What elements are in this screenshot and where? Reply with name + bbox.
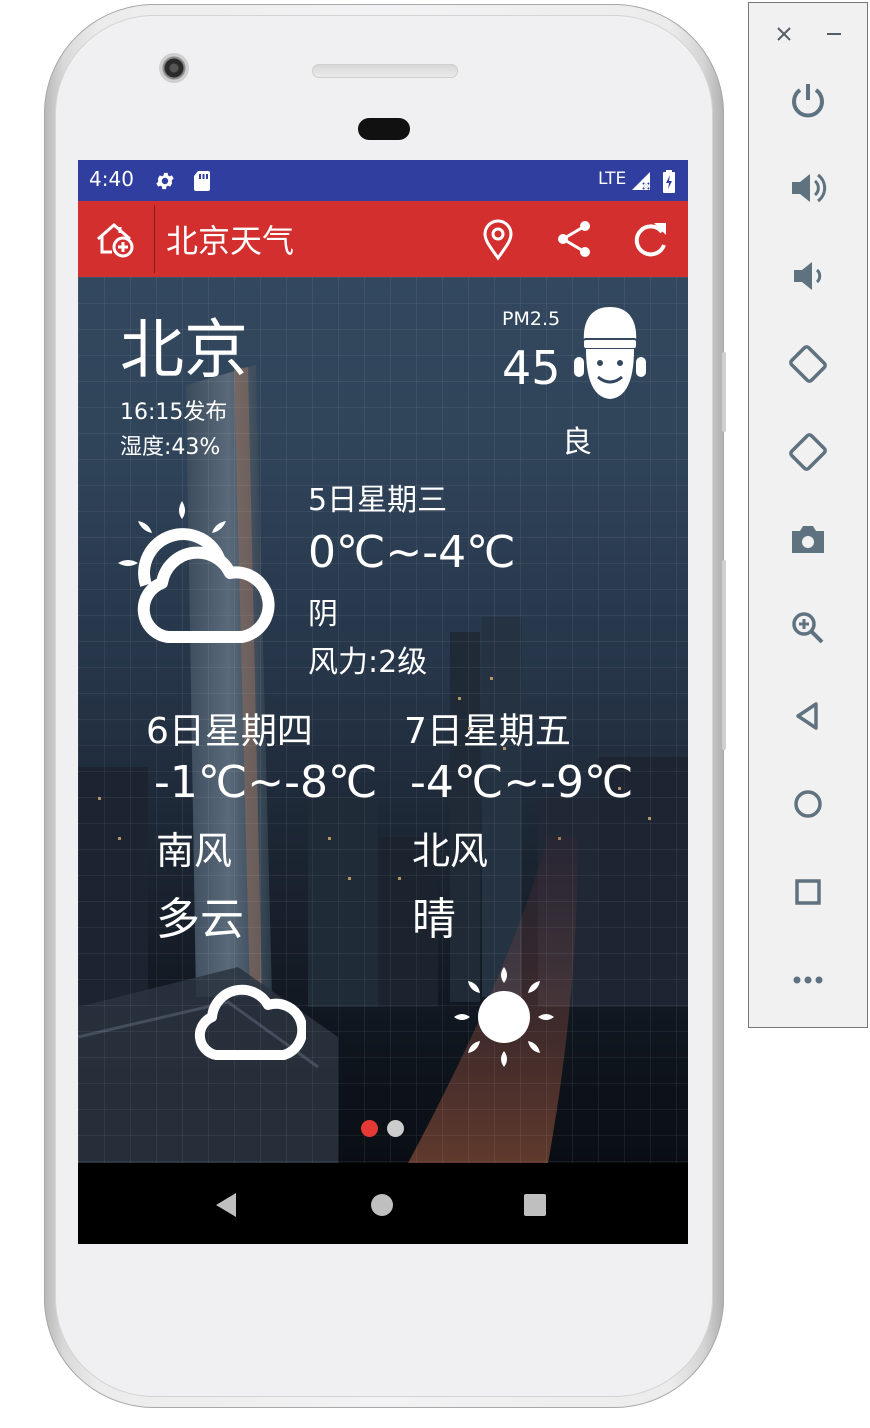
- status-time: 4:40: [89, 167, 134, 191]
- sun-icon: [454, 967, 554, 1067]
- more-icon[interactable]: [784, 956, 832, 1004]
- network-type: LTE: [598, 169, 627, 189]
- sd-card-icon: [194, 171, 210, 191]
- forecast-day2-wind: 北风: [412, 829, 489, 873]
- forecast-day2-condition: 晴: [412, 894, 456, 945]
- today-wind: 风力:2级: [308, 645, 428, 680]
- smiling-face-icon: [574, 307, 646, 399]
- forecast-day2-temperature: -4℃~-9℃: [410, 757, 634, 808]
- refresh-icon[interactable]: [626, 215, 674, 263]
- city-name: 北京: [120, 314, 248, 388]
- pm-label: PM2.5: [502, 308, 561, 330]
- gear-icon: [156, 172, 174, 190]
- overview-icon[interactable]: [522, 1192, 548, 1218]
- minimize-icon[interactable]: [824, 24, 844, 44]
- partly-cloudy-icon: [118, 501, 275, 643]
- toolbar-divider: [154, 205, 155, 273]
- volume-up-icon[interactable]: [784, 164, 832, 212]
- location-pin-icon[interactable]: [474, 215, 522, 263]
- pager-dot-active[interactable]: [361, 1120, 378, 1137]
- weather-content[interactable]: 北京 16:15发布 湿度:43% PM2.5 45 良 5日星期三 0℃~-4…: [78, 277, 688, 1163]
- forecast-day1-date: 6日星期四: [146, 711, 313, 752]
- pager-dot[interactable]: [387, 1120, 404, 1137]
- forecast-day1-condition: 多云: [156, 894, 244, 945]
- home-icon[interactable]: [784, 780, 832, 828]
- page-title: 北京天气: [166, 222, 295, 260]
- pm-value: 45: [502, 341, 561, 395]
- back-icon[interactable]: [784, 692, 832, 740]
- emulator-control-panel: [748, 2, 868, 1028]
- battery-charging-icon: [663, 170, 675, 193]
- phone-side-button: [722, 352, 726, 432]
- status-bar: 4:40 LTE: [78, 160, 688, 201]
- today-temperature: 0℃~-4℃: [308, 527, 516, 578]
- rotate-left-icon[interactable]: [784, 340, 832, 388]
- home-icon[interactable]: [369, 1192, 395, 1218]
- rotate-right-icon[interactable]: [784, 428, 832, 476]
- signal-icon: [632, 172, 650, 190]
- humidity-label: 湿度:43%: [120, 435, 221, 460]
- volume-down-icon[interactable]: [784, 252, 832, 300]
- share-icon[interactable]: [550, 215, 598, 263]
- navigation-bar: [78, 1163, 688, 1244]
- add-city-icon[interactable]: [92, 215, 140, 263]
- phone-screen: 4:40 LTE 北京天气 北京 16:15发布 湿度:43% PM2.5 45…: [78, 160, 688, 1244]
- overview-icon[interactable]: [784, 868, 832, 916]
- forecast-day1-temperature: -1℃~-8℃: [154, 757, 378, 808]
- speaker-grille: [312, 64, 458, 78]
- camera-icon[interactable]: [784, 516, 832, 564]
- front-camera: [159, 53, 189, 83]
- forecast-day1-wind: 南风: [156, 829, 233, 873]
- publish-time: 16:15发布: [120, 400, 228, 425]
- earpiece: [358, 118, 410, 140]
- back-icon[interactable]: [212, 1191, 242, 1219]
- app-toolbar: 北京天气: [78, 201, 688, 277]
- today-condition: 阴: [308, 597, 338, 632]
- phone-side-button: [722, 560, 726, 750]
- close-icon[interactable]: [774, 24, 794, 44]
- pm-level: 良: [562, 425, 592, 460]
- cloud-icon: [194, 984, 306, 1060]
- power-icon[interactable]: [784, 76, 832, 124]
- forecast-day2-date: 7日星期五: [404, 711, 571, 752]
- today-date: 5日星期三: [308, 483, 448, 518]
- zoom-icon[interactable]: [784, 604, 832, 652]
